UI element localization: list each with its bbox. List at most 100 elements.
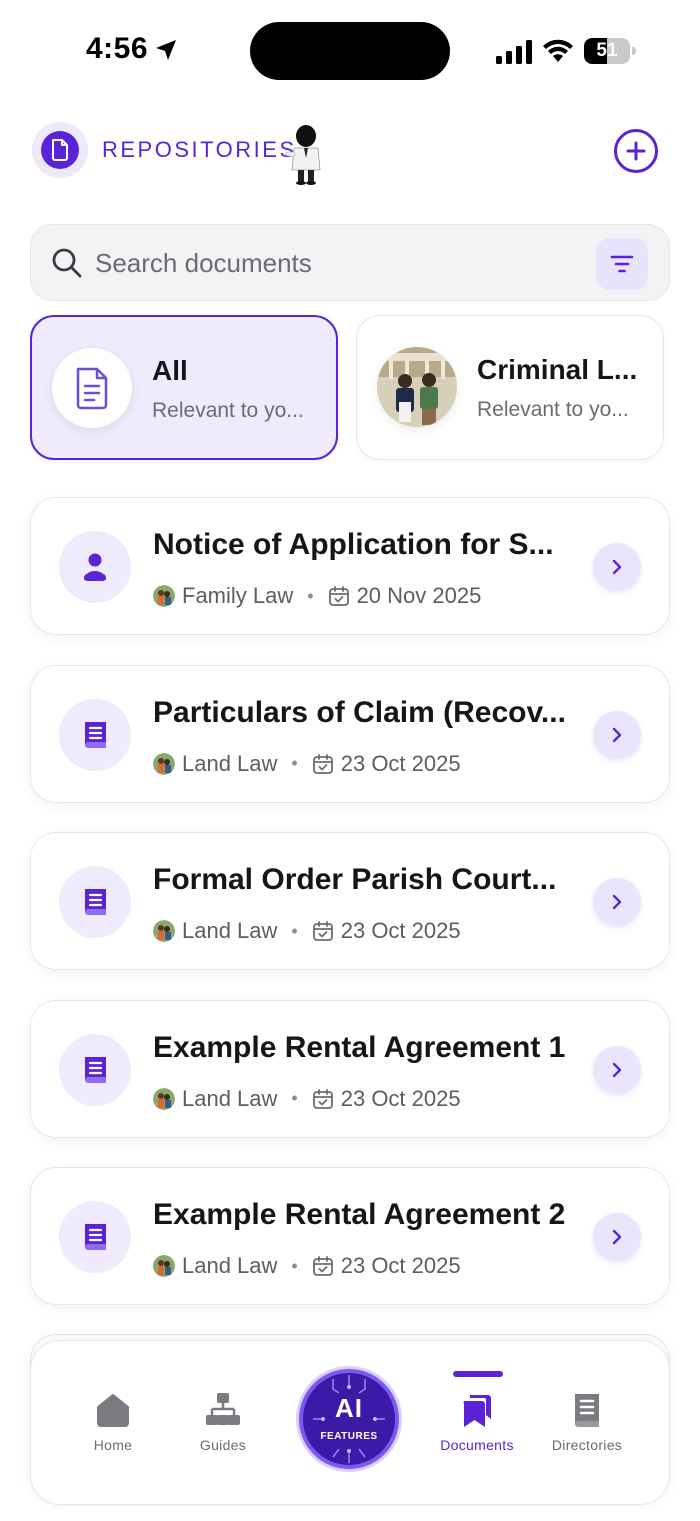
document-date: 23 Oct 2025 [340,1085,461,1111]
document-card[interactable]: Example Rental Agreement 1 Land Law • 23 Oc… [30,999,670,1138]
open-document-button[interactable] [593,1213,641,1261]
nav-active-indicator [453,1371,503,1377]
criminal-law-photo [377,347,457,427]
add-button[interactable] [614,129,658,173]
status-time: 4:56 [86,32,149,65]
document-title: Formal Order Parish Court... [153,863,557,896]
book-icon [575,1394,599,1428]
open-document-button[interactable] [593,710,641,759]
chevron-right-icon [612,894,622,910]
calendar-icon [312,921,333,941]
category-name: Criminal L... [477,354,638,385]
document-card[interactable]: Notice of Application for S... Family Law… [30,497,670,635]
home-icon [97,1394,129,1427]
meta-separator: • [291,1255,298,1276]
document-category: Land Law [182,1085,278,1111]
document-type-badge [59,1201,131,1273]
book-icon [85,1056,106,1083]
battery-percent: 51 [596,40,618,61]
document-card[interactable]: Particulars of Claim (Recov... Land Law • 2… [30,664,670,803]
book-icon [85,721,106,748]
category-card-all[interactable]: All Relevant to yo... [30,315,338,460]
nav-documents[interactable]: Documents [427,1391,527,1461]
category-thumbnail-icon [153,752,175,775]
wifi-icon [543,39,573,62]
book-icon [85,889,106,916]
document-meta: Family Law • 20 Nov 2025 [153,581,481,611]
document-icon [52,139,68,161]
document-title: Example Rental Agreement 1 [153,1030,566,1064]
document-type-badge [59,698,131,771]
category-subtitle: Relevant to yo... [477,398,629,421]
search-bar [30,224,670,301]
search-input[interactable] [95,243,575,283]
document-meta: Land Law • 23 Oct 2025 [153,749,461,779]
open-document-button[interactable] [593,1045,641,1094]
document-title: Notice of Application for S... [153,528,554,561]
chevron-right-icon [612,559,622,575]
document-lines-icon [76,367,108,410]
meta-separator: • [307,585,314,606]
cellular-signal-icon [496,40,532,64]
page-title: REPOSITORIES [102,137,297,162]
calendar-icon [312,753,333,774]
document-date: 23 Oct 2025 [340,918,461,943]
person-icon [84,553,106,581]
document-meta: Land Law • 23 Oct 2025 [153,916,461,946]
page-header: REPOSITORIES [30,112,670,192]
dynamic-island [250,22,450,80]
meta-separator: • [291,1088,298,1108]
document-meta: Land Law • 23 Oct 2025 [153,1084,461,1114]
category-thumbnail-icon [153,585,175,607]
nav-home-label: Home [93,1437,133,1453]
filter-icon [610,255,634,273]
document-category: Land Law [182,1253,278,1278]
document-card[interactable]: Formal Order Parish Court... Land Law • 23 … [30,832,670,970]
chevron-right-icon [612,727,622,742]
document-type-badge [59,866,131,938]
status-bar: 4:56 51 [0,0,700,100]
category-row: All Relevant to yo... Criminal L... Rele… [30,315,700,463]
document-title: Example Rental Agreement 2 [153,1198,566,1231]
document-type-badge [59,531,131,603]
plus-icon [626,141,646,161]
document-date: 23 Oct 2025 [340,1253,461,1278]
nav-guides[interactable]: Guides [173,1391,273,1461]
filter-button[interactable] [596,238,648,290]
nav-home[interactable]: Home [63,1391,163,1461]
category-thumbnail-icon [153,920,175,942]
calendar-icon [328,586,349,606]
bottom-nav: Home Guides AI FEATURES Documents Direct… [30,1340,670,1505]
document-card[interactable]: Example Rental Agreement 2 Land Law • 23 Oc… [30,1167,670,1305]
battery-indicator: 51 [584,38,636,64]
book-icon [85,1224,106,1251]
open-document-button[interactable] [593,543,641,591]
search-icon [52,248,82,278]
nav-guides-label: Guides [199,1437,247,1453]
nav-directories[interactable]: Directories [537,1391,637,1461]
document-meta: Land Law • 23 Oct 2025 [153,1251,461,1281]
document-date: 20 Nov 2025 [356,583,482,608]
category-avatar [52,348,132,428]
hierarchy-icon [206,1393,240,1425]
calendar-icon [312,1088,333,1109]
calendar-icon [312,1256,333,1276]
open-document-button[interactable] [593,878,641,926]
meta-separator: • [291,753,298,773]
category-avatar [377,347,457,427]
chevron-right-icon [612,1062,622,1077]
document-title: Particulars of Claim (Recov... [153,695,566,729]
meta-separator: • [291,920,298,941]
document-date: 23 Oct 2025 [340,750,461,776]
bookmarks-icon [463,1395,491,1427]
ai-features-button[interactable]: AI FEATURES [299,1369,399,1469]
category-subtitle: Relevant to yo... [152,399,304,422]
chevron-right-icon [612,1229,622,1245]
nav-directories-label: Directories [551,1437,623,1453]
category-card-criminal-law[interactable]: Criminal L... Relevant to yo... [356,315,664,460]
document-type-badge [59,1033,131,1106]
category-name: All [152,355,188,386]
mascot-figure-icon [285,125,321,185]
category-thumbnail-icon [153,1255,175,1277]
nav-documents-label: Documents [440,1437,514,1453]
